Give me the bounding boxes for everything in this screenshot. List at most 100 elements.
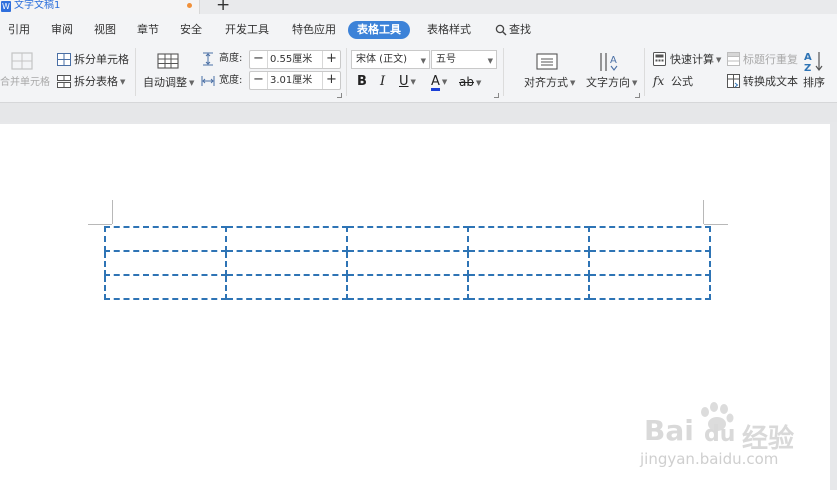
ribbon-separator [503,48,504,96]
table-cell[interactable] [467,250,590,276]
font-name-select[interactable]: 宋体 (正文) ▼ [351,50,430,69]
width-decrease-button[interactable]: − [250,72,268,89]
document-table[interactable] [104,226,711,300]
table-cell[interactable] [104,250,227,276]
table-cell[interactable] [225,274,348,300]
split-table-label: 拆分表格 ▼ [74,75,126,88]
formula-label: 公式 [671,75,693,88]
formula-icon: fx [653,74,665,88]
new-tab-button[interactable]: + [216,0,230,14]
width-increase-button[interactable]: + [322,72,340,89]
font-color-button[interactable]: A ▼ [431,74,447,91]
table-cell[interactable] [588,250,711,276]
split-table-icon [57,75,71,88]
row-height-icon [203,52,213,66]
table-cell[interactable] [467,274,590,300]
ribbon-separator [346,48,347,96]
height-increase-button[interactable]: + [322,51,340,68]
search-icon [495,24,507,36]
table-cell[interactable] [346,250,469,276]
height-label: 高度: [219,53,243,64]
tab-table-tools[interactable]: 表格工具 [348,21,410,39]
tab-chapter[interactable]: 章节 [137,23,159,37]
watermark-brand: Bai [644,414,694,447]
crop-mark [704,224,728,225]
convert-text-icon [727,74,740,88]
width-label: 宽度: [219,75,243,86]
table-cell[interactable] [346,274,469,300]
ribbon-separator [644,48,645,96]
font-dialog-launcher[interactable] [494,93,499,98]
tab-special-apps[interactable]: 特色应用 [292,23,336,37]
menu-bar: 引用 审阅 视图 章节 安全 开发工具 特色应用 表格工具 表格样式 查找 [0,14,837,44]
width-stepper[interactable]: − 3.01厘米 + [249,71,341,90]
chevron-down-icon: ▼ [487,57,493,65]
tab-review[interactable]: 审阅 [51,23,73,37]
font-size-select[interactable]: 五号 ▼ [431,50,497,69]
ribbon-separator [135,48,136,96]
svg-text:A: A [804,52,812,63]
auto-fit-icon [157,53,179,69]
font-size-value: 五号 [436,54,456,65]
repeat-header-label: 标题行重复 [743,53,798,66]
width-value[interactable]: 3.01厘米 [270,74,312,87]
repeat-header-icon [727,52,740,66]
highlight-button[interactable]: ab ▼ [459,74,481,91]
text-direction-label: 文字方向 ▼ [586,76,638,89]
quick-calc-label: 快速计算 ▼ [670,53,722,66]
tab-table-style[interactable]: 表格样式 [427,23,471,37]
table-cell[interactable] [225,226,348,252]
font-color-icon: A [431,74,440,91]
highlight-icon: ab [459,75,474,89]
table-cell[interactable] [104,274,227,300]
ribbon-bottom-strip [0,102,837,122]
writer-doc-icon: W [1,1,11,12]
chevron-down-icon: ▼ [420,57,426,65]
alignment-label: 对齐方式 ▼ [524,76,576,89]
table-cell[interactable] [588,226,711,252]
tab-view[interactable]: 视图 [94,23,116,37]
underline-button[interactable]: U ▼ [399,74,416,90]
table-cell[interactable] [346,226,469,252]
watermark-brand-du: du [704,422,736,447]
tab-security[interactable]: 安全 [180,23,202,37]
table-row [104,226,711,252]
baidu-watermark: Bai du 经验 jingyan.baidu.com [640,400,830,480]
watermark-url: jingyan.baidu.com [640,450,779,468]
bold-button[interactable]: B [357,74,367,90]
convert-to-text-label: 转换成文本 [743,75,798,88]
table-cell[interactable] [467,226,590,252]
sort-label: 排序 [803,76,825,89]
text-direction-icon: A [600,53,618,71]
search-tab[interactable]: 查找 [495,23,531,37]
svg-text:A: A [610,55,617,66]
sort-az-icon: A Z [804,52,823,72]
font-name-value: 宋体 (正文) [356,54,407,65]
tab-developer[interactable]: 开发工具 [225,23,269,37]
alignment-icon [536,53,558,70]
svg-text:Z: Z [804,63,811,72]
document-tab[interactable]: W 文字文稿1 [0,0,200,14]
crop-mark [703,200,704,224]
alignment-dialog-launcher[interactable] [635,93,640,98]
crop-mark [88,224,112,225]
height-stepper[interactable]: − 0.55厘米 + [249,50,341,69]
table-cell[interactable] [104,226,227,252]
calculator-icon [653,52,666,66]
crop-mark [112,200,113,224]
merge-cells-label: 合并单元格 [0,77,50,88]
height-value[interactable]: 0.55厘米 [270,53,312,66]
document-title: 文字文稿1 [14,0,61,11]
split-cells-label: 拆分单元格 [74,53,129,66]
title-bar: W 文字文稿1 + [0,0,837,14]
column-width-icon [201,76,215,86]
height-decrease-button[interactable]: − [250,51,268,68]
merge-cells-icon [11,52,33,70]
table-cell[interactable] [225,250,348,276]
auto-fit-label: 自动调整 ▼ [143,76,195,89]
italic-button[interactable]: I [380,74,385,90]
table-row [104,274,711,300]
cell-size-dialog-launcher[interactable] [337,93,342,98]
table-cell[interactable] [588,274,711,300]
tab-references[interactable]: 引用 [8,23,30,37]
